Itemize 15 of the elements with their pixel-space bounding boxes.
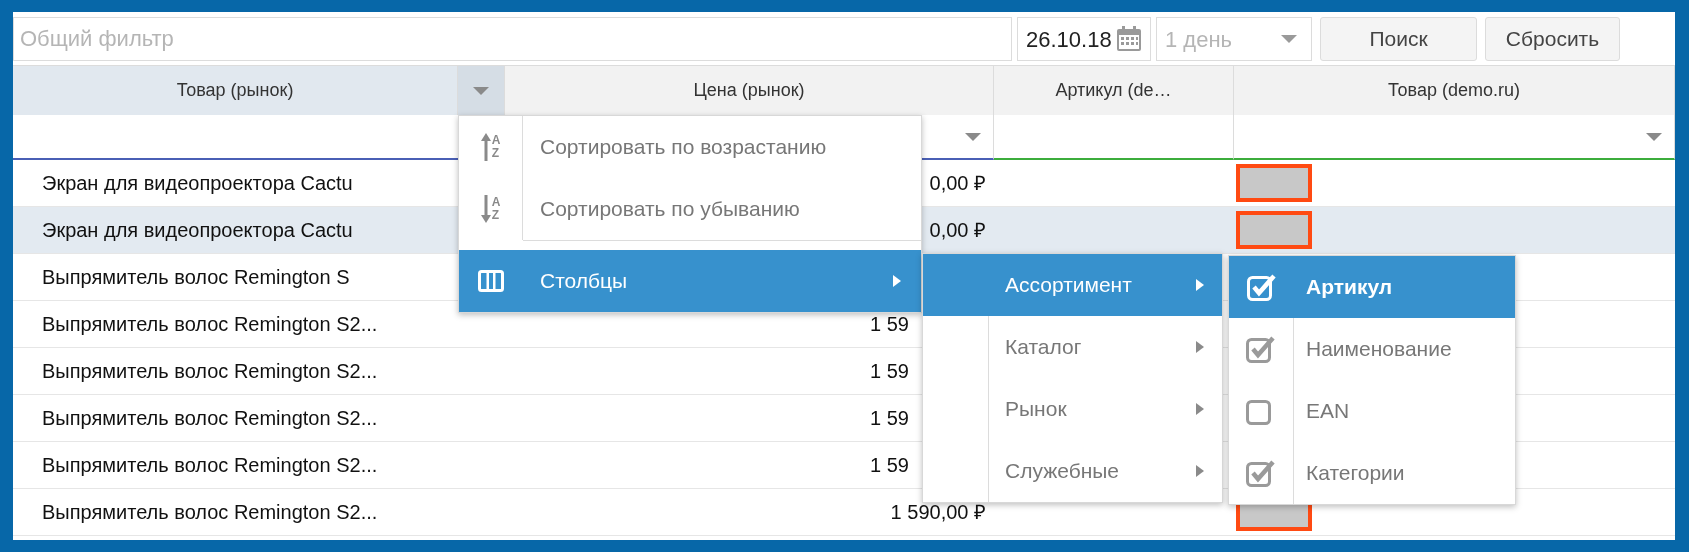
table-cell-text: 1 59 [870,453,909,478]
table-cell-text: 1 59 [870,359,909,384]
table-cell-text: 1 59 [870,406,909,431]
table-cell-text: Выпрямитель волос Remington S2... [42,406,378,431]
table-cell-text: Выпрямитель волос Remington S2... [42,312,378,337]
table-cell-text: 0,00 ₽ [929,218,986,243]
table-cell-text: Экран для видеопроектора Cactu [42,171,353,196]
table-cell-text: Выпрямитель волос Remington S2... [42,500,378,525]
table-cell-text: Выпрямитель волос Remington S2... [42,359,378,384]
table-cell-text: 0,00 ₽ [929,171,986,196]
table-cell-text: Выпрямитель волос Remington S [42,265,350,290]
table-cell-text: Экран для видеопроектора Cactu [42,218,353,243]
table-cell-text: 1 590,00 ₽ [890,500,986,525]
table-cell-text: Выпрямитель волос Remington S2... [42,453,378,478]
table-cell-text: 1 59 [870,312,909,337]
